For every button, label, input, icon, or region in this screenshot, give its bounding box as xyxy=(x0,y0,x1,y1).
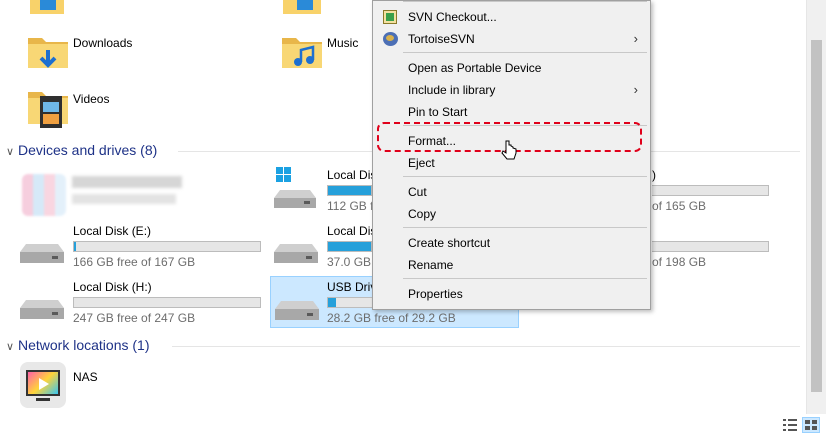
menu-item-tortoisesvn[interactable]: TortoiseSVN › xyxy=(373,28,650,50)
drive-label: Local Disk (H:) xyxy=(73,280,152,294)
windows-drive-icon xyxy=(274,167,316,208)
music-folder-icon xyxy=(282,38,322,68)
drive-e[interactable]: Local Disk (E:) 166 GB free of 167 GB xyxy=(18,222,263,272)
drive-free-space: 166 GB free of 167 GB xyxy=(73,255,196,269)
menu-item-svn-checkout[interactable]: SVN Checkout... xyxy=(373,6,650,28)
capacity-bar xyxy=(327,241,372,252)
hard-drive-icon xyxy=(274,244,318,263)
downloads-folder-icon xyxy=(28,38,68,68)
network-item-nas[interactable]: NAS xyxy=(20,362,140,410)
menu-item-label: Pin to Start xyxy=(408,105,468,119)
tortoisesvn-icon xyxy=(383,32,398,46)
details-view-icon xyxy=(783,419,797,431)
nas-icon xyxy=(20,362,66,408)
network-locations-group-header[interactable]: ∨ Network locations (1) xyxy=(6,337,150,353)
pixelated-device-sublabel xyxy=(72,194,176,204)
menu-item-label: Copy xyxy=(408,207,437,221)
pixelated-device-icon xyxy=(22,174,66,216)
menu-item-cut[interactable]: Cut xyxy=(373,181,650,203)
menu-item-label: Include in library xyxy=(408,83,496,97)
folder-label: Music xyxy=(327,36,359,50)
mouse-cursor-icon xyxy=(500,140,518,165)
menu-item-pin-start[interactable]: Pin to Start xyxy=(373,101,650,123)
menu-separator xyxy=(403,227,647,228)
usb-drive-icon xyxy=(275,301,319,320)
menu-item-copy[interactable]: Copy xyxy=(373,203,650,225)
drive-label: ) xyxy=(652,168,656,182)
menu-item-open-portable[interactable]: Open as Portable Device xyxy=(373,57,650,79)
chevron-down-icon: ∨ xyxy=(6,146,15,158)
menu-separator xyxy=(403,176,647,177)
menu-item-label: Open as Portable Device xyxy=(408,61,542,75)
folder-videos[interactable]: Videos xyxy=(26,84,176,130)
group-divider xyxy=(172,346,800,347)
menu-item-create-shortcut[interactable]: Create shortcut xyxy=(373,232,650,254)
chevron-down-icon: ∨ xyxy=(6,341,15,353)
tiles-view-icon xyxy=(805,420,817,430)
folder-music[interactable]: Music xyxy=(280,30,370,76)
capacity-bar xyxy=(73,241,261,252)
folder-label: Downloads xyxy=(73,36,133,50)
menu-item-label: Properties xyxy=(408,287,463,301)
capacity-bar xyxy=(327,297,373,308)
capacity-bar xyxy=(327,185,372,196)
drive-free-space: 247 GB free of 247 GB xyxy=(73,311,196,325)
blurred-device[interactable] xyxy=(22,174,182,218)
capacity-bar-fill xyxy=(328,242,371,251)
drive-d[interactable]: Local Dis 37.0 GB fre xyxy=(272,222,388,272)
capacity-bar-fill xyxy=(328,186,371,195)
group-label: Network locations (1) xyxy=(18,337,150,353)
vertical-scrollbar[interactable] xyxy=(806,0,826,414)
menu-item-label: SVN Checkout... xyxy=(408,10,497,24)
svn-checkout-icon xyxy=(383,10,397,24)
menu-item-rename[interactable]: Rename xyxy=(373,254,650,276)
menu-item-label: TortoiseSVN xyxy=(408,32,475,46)
drive-row1-col3[interactable]: ) of 165 GB xyxy=(652,166,772,216)
capacity-bar xyxy=(652,185,769,196)
videos-folder-icon xyxy=(28,92,68,128)
hard-drive-icon xyxy=(20,300,64,319)
drive-free-space: 28.2 GB free of 29.2 GB xyxy=(327,311,456,325)
hard-drive-icon xyxy=(20,244,64,263)
menu-item-label: Rename xyxy=(408,258,454,272)
drive-label: Local Dis xyxy=(327,224,377,238)
menu-separator xyxy=(403,1,647,2)
large-icons-view-button[interactable] xyxy=(802,417,820,433)
network-item-label: NAS xyxy=(73,370,98,384)
capacity-bar-fill xyxy=(328,298,336,307)
drive-h[interactable]: Local Disk (H:) 247 GB free of 247 GB xyxy=(18,278,263,328)
folder-icon-partial-left xyxy=(30,0,64,18)
menu-item-properties[interactable]: Properties xyxy=(373,283,650,305)
scrollbar-thumb[interactable] xyxy=(811,40,822,392)
submenu-arrow-icon: › xyxy=(633,82,638,97)
folder-downloads[interactable]: Downloads xyxy=(26,30,176,76)
drive-label: Local Disk (E:) xyxy=(73,224,152,238)
menu-item-include-library[interactable]: Include in library › xyxy=(373,79,650,101)
details-view-button[interactable] xyxy=(782,418,798,432)
menu-separator xyxy=(403,278,647,279)
drive-row2-col3[interactable]: of 198 GB xyxy=(652,222,772,272)
menu-separator xyxy=(403,52,647,53)
capacity-bar xyxy=(652,241,769,252)
drive-c[interactable]: Local Dis 112 GB fre xyxy=(272,166,384,216)
drive-free-space: of 198 GB xyxy=(652,255,707,269)
capacity-bar-fill xyxy=(74,242,76,251)
drive-free-space: of 165 GB xyxy=(652,199,707,213)
pixelated-device-label xyxy=(72,176,182,188)
menu-item-label: Create shortcut xyxy=(408,236,491,250)
folder-label: Videos xyxy=(73,92,110,106)
menu-item-label: Eject xyxy=(408,156,435,170)
devices-drives-group-header[interactable]: ∨ Devices and drives (8) xyxy=(6,142,157,158)
drive-label: Local Dis xyxy=(327,168,377,182)
group-label: Devices and drives (8) xyxy=(18,142,158,158)
submenu-arrow-icon: › xyxy=(633,31,638,46)
capacity-bar xyxy=(73,297,261,308)
menu-item-label: Cut xyxy=(408,185,427,199)
folder-icon-partial-right xyxy=(283,0,321,18)
